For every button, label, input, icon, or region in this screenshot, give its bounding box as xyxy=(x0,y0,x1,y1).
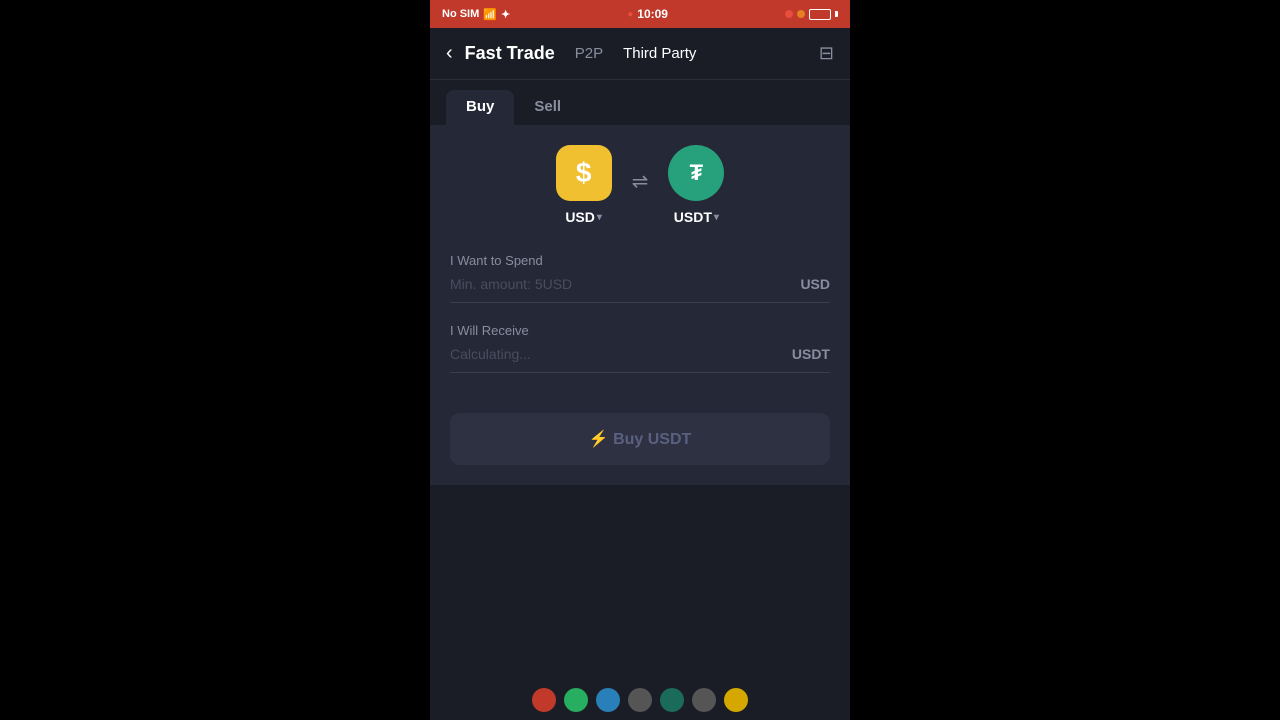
battery-tip xyxy=(835,11,838,17)
status-dot-red xyxy=(785,10,793,18)
spend-input-row: Min. amount: 5USD USD xyxy=(450,276,830,303)
currency-to-label: USDT xyxy=(674,209,719,225)
bottom-icon-5 xyxy=(660,688,684,712)
receive-currency: USDT xyxy=(792,346,830,362)
currency-from[interactable]: $ USD xyxy=(556,145,612,225)
spend-currency: USD xyxy=(800,276,830,292)
carrier-label: No SIM xyxy=(442,8,479,20)
receive-input-row: Calculating... USDT xyxy=(450,346,830,373)
bottom-icon-1 xyxy=(532,688,556,712)
spend-label: I Want to Spend xyxy=(450,253,830,268)
bottom-icon-4 xyxy=(628,688,652,712)
header: ‹ Fast Trade P2P Third Party ⊟ xyxy=(430,28,850,80)
swap-icon[interactable]: ⇌ xyxy=(632,169,649,194)
status-center: ● 10:09 xyxy=(627,7,668,21)
page-title: Fast Trade xyxy=(465,43,555,64)
battery-fill xyxy=(811,11,818,18)
usd-icon: $ xyxy=(556,145,612,201)
bottom-bar xyxy=(430,680,850,720)
bottom-icon-2 xyxy=(564,688,588,712)
battery-icon xyxy=(809,9,831,20)
bottom-space xyxy=(430,485,850,680)
tab-sell[interactable]: Sell xyxy=(514,90,581,125)
spend-input[interactable]: Min. amount: 5USD xyxy=(450,276,800,292)
status-right xyxy=(785,9,838,20)
receive-label: I Will Receive xyxy=(450,323,830,338)
buy-button[interactable]: ⚡ Buy USDT xyxy=(450,413,830,465)
main-content: $ USD ⇌ ₮ USDT I Want to Spend Min. amou… xyxy=(430,125,850,485)
bottom-icon-3 xyxy=(596,688,620,712)
currency-to[interactable]: ₮ USDT xyxy=(668,145,724,225)
back-button[interactable]: ‹ xyxy=(446,42,453,65)
spend-section: I Want to Spend Min. amount: 5USD USD xyxy=(450,253,830,303)
menu-icon[interactable]: ⊟ xyxy=(819,43,834,64)
tab-buy[interactable]: Buy xyxy=(446,90,514,125)
tab-bar: Buy Sell xyxy=(430,80,850,125)
nav-item-third-party[interactable]: Third Party xyxy=(623,45,696,62)
nav-item-p2p[interactable]: P2P xyxy=(575,45,603,62)
currency-row: $ USD ⇌ ₮ USDT xyxy=(450,145,830,225)
header-nav: P2P Third Party xyxy=(575,45,819,62)
recording-dot: ● xyxy=(627,9,633,20)
currency-from-label: USD xyxy=(565,209,602,225)
bottom-icon-6 xyxy=(692,688,716,712)
receive-input[interactable]: Calculating... xyxy=(450,346,792,362)
wifi-signal: 📶 xyxy=(483,8,497,21)
status-left: No SIM 📶 ✦ xyxy=(442,8,510,21)
status-dot-orange xyxy=(797,10,805,18)
tab-buy-label: Buy xyxy=(466,98,494,115)
time-label: 10:09 xyxy=(637,7,668,21)
receive-section: I Will Receive Calculating... USDT xyxy=(450,323,830,373)
tab-sell-label: Sell xyxy=(534,98,561,115)
signal-dot: ✦ xyxy=(501,8,510,21)
bottom-icon-7 xyxy=(724,688,748,712)
usdt-icon: ₮ xyxy=(668,145,724,201)
status-bar: No SIM 📶 ✦ ● 10:09 xyxy=(430,0,850,28)
